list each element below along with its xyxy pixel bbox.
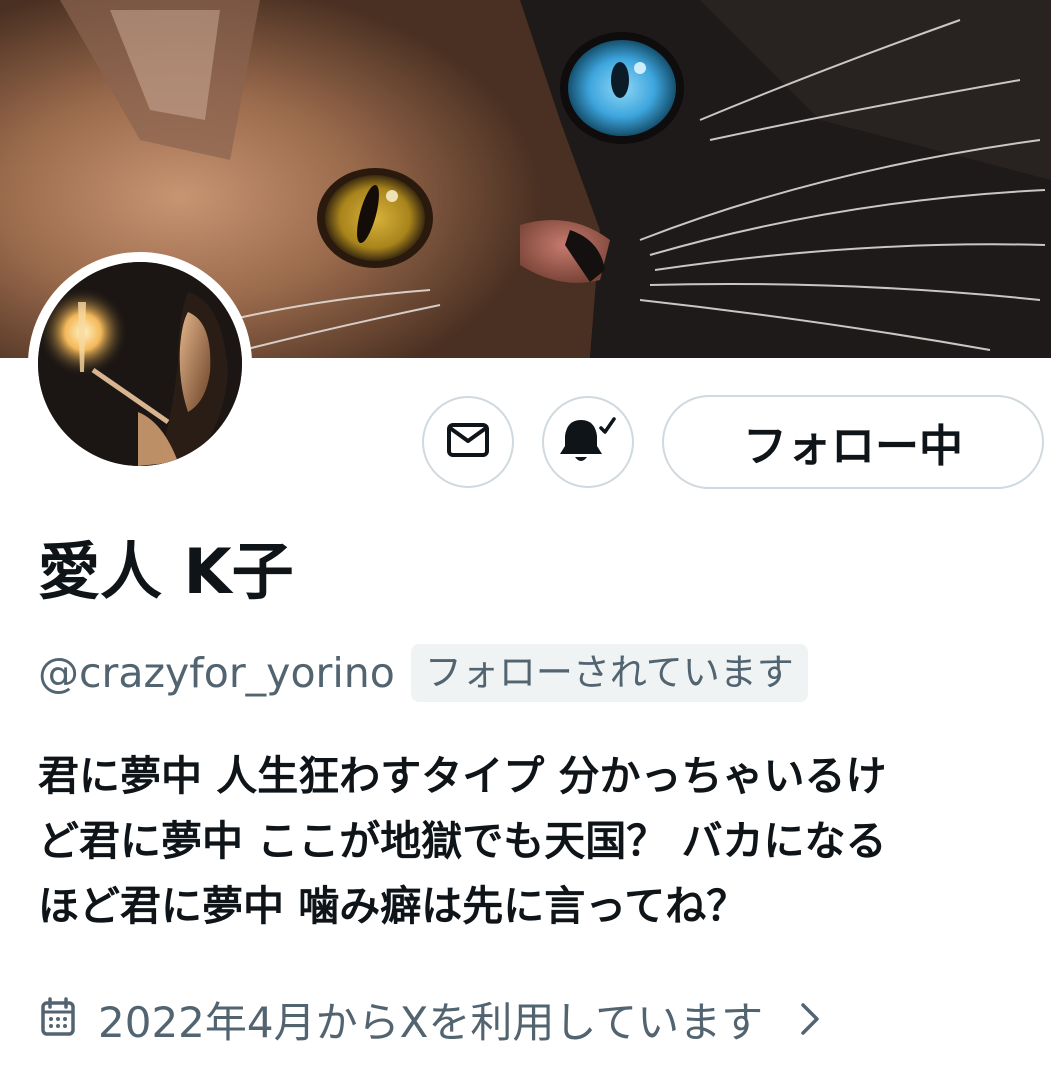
user-handle: @crazyfor_yorino — [38, 649, 395, 697]
bio-line: ど君に夢中 ここが地獄でも天国？ バカになる — [38, 817, 887, 865]
joined-date-row[interactable]: 2022年4月からXを利用しています — [40, 984, 821, 1054]
message-button[interactable] — [422, 396, 514, 488]
display-name: 愛人 K子 — [38, 535, 294, 608]
following-button[interactable]: フォロー中 — [662, 395, 1044, 489]
joined-date-text: 2022年4月からXを利用しています — [98, 997, 764, 1047]
follows-you-badge: フォローされています — [410, 644, 808, 702]
bell-check-icon — [559, 414, 617, 470]
avatar-image — [38, 262, 242, 466]
bio-line: 君に夢中 人生狂わすタイプ 分かっちゃいるけ — [38, 752, 887, 800]
notifications-button[interactable] — [542, 396, 634, 488]
chevron-right-icon — [799, 1001, 821, 1037]
envelope-icon — [446, 422, 490, 462]
handle-row: @crazyfor_yorino フォローされています — [38, 642, 808, 704]
profile-bio: 君に夢中 人生狂わすタイプ 分かっちゃいるけ ど君に夢中 ここが地獄でも天国？ … — [38, 744, 1038, 939]
profile-avatar[interactable] — [28, 252, 252, 476]
bio-line: ほど君に夢中 噛み癖は先に言ってね？ — [38, 882, 748, 930]
profile-page: フォロー中 愛人 K子 @crazyfor_yorino フォローされています … — [0, 0, 1051, 1086]
calendar-icon — [40, 997, 76, 1041]
